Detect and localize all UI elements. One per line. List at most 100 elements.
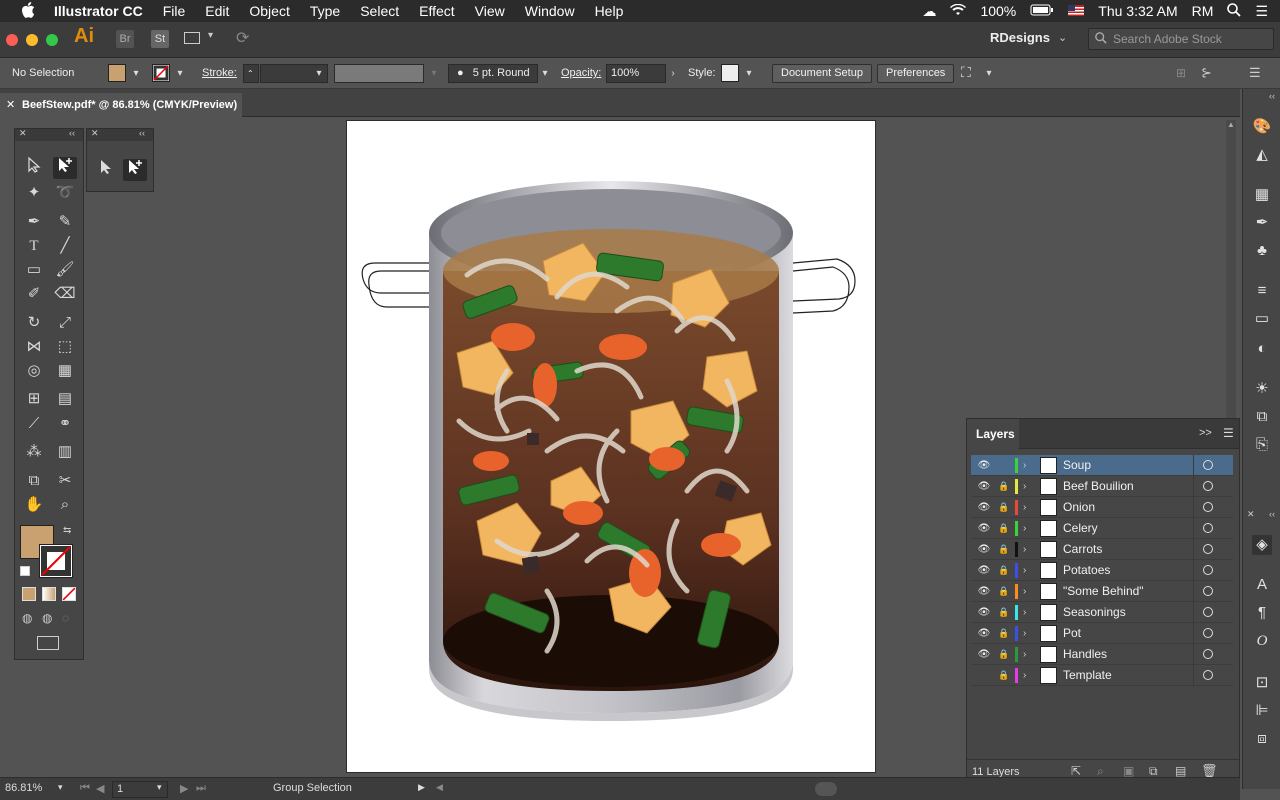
screen-mode-icon[interactable] [37, 636, 59, 650]
visibility-eye-icon[interactable]: 👁 [977, 623, 991, 644]
flyout-header[interactable]: ✕ ‹‹ [87, 128, 153, 141]
export-selection-icon[interactable]: ⇱ [1071, 764, 1081, 778]
appearance-panel-icon[interactable]: ☀ [1252, 379, 1272, 399]
column-graph-tool-icon[interactable]: ▥ [53, 441, 77, 463]
expand-layer-chevron-icon[interactable]: › [1023, 455, 1033, 476]
zoom-tool-icon[interactable]: ⌕ [53, 494, 77, 516]
menu-edit[interactable]: Edit [205, 3, 229, 19]
layers-panel-icon[interactable]: ◈ [1252, 535, 1272, 555]
adobe-stock-search-input[interactable]: Search Adobe Stock [1088, 28, 1274, 50]
arrange-documents-icon[interactable] [184, 32, 200, 44]
hand-tool-icon[interactable]: ✋ [22, 494, 46, 516]
default-fill-stroke-icon[interactable] [20, 566, 30, 576]
last-artboard-icon[interactable]: ⏭ [196, 782, 206, 795]
lock-icon[interactable]: 🔒 [998, 497, 1010, 518]
target-circle-icon[interactable] [1203, 565, 1213, 575]
align-panel-icon[interactable]: ⊫ [1252, 701, 1272, 721]
lock-icon[interactable]: 🔒 [998, 518, 1010, 539]
layer-name[interactable]: Onion [1063, 497, 1095, 518]
zoom-dropdown-icon[interactable]: ▾ [58, 782, 63, 793]
pathfinder-panel-icon[interactable]: ⧈ [1252, 729, 1272, 749]
beef-stew-illustration[interactable] [347, 121, 877, 774]
swap-fill-stroke-icon[interactable]: ⇆ [63, 525, 71, 536]
stock-button[interactable]: St [151, 30, 169, 48]
close-tab-icon[interactable]: ✕ [6, 93, 15, 117]
menu-select[interactable]: Select [360, 3, 399, 19]
stroke-label[interactable]: Stroke: [202, 67, 237, 79]
layer-row[interactable]: 👁 🔒 › Pot [971, 623, 1233, 644]
target-circle-icon[interactable] [1203, 607, 1213, 617]
close-window-button[interactable] [6, 34, 18, 46]
none-mode-button[interactable] [62, 587, 76, 601]
collapse-dock-group-icon[interactable]: ‹‹ [1269, 509, 1275, 519]
scroll-up-icon[interactable]: ▲ [1227, 120, 1235, 129]
collapse-panel-icon[interactable]: ‹‹ [69, 128, 75, 138]
draw-behind-icon[interactable]: ◍ [42, 611, 52, 625]
menu-type[interactable]: Type [310, 3, 340, 19]
layer-row[interactable]: 🔒 › Template [971, 665, 1233, 686]
curvature-tool-icon[interactable]: ✎ [53, 211, 77, 233]
spotlight-search-icon[interactable] [1227, 2, 1242, 20]
document-setup-button[interactable]: Document Setup [772, 64, 872, 83]
menu-file[interactable]: File [163, 3, 186, 19]
opacity-input[interactable]: 100% [606, 64, 666, 83]
transparency-panel-icon[interactable]: ◐ [1252, 339, 1272, 359]
free-transform-tool-icon[interactable]: ⬚ [53, 336, 77, 358]
stroke-color-box[interactable] [39, 544, 73, 578]
lock-icon[interactable]: 🔒 [998, 665, 1010, 686]
rectangle-tool-icon[interactable]: ▭ [22, 259, 46, 281]
layer-row[interactable]: 👁 🔒 › Onion [971, 497, 1233, 518]
close-panel-icon[interactable]: ✕ [19, 128, 27, 139]
battery-icon[interactable] [1030, 3, 1054, 19]
lock-icon[interactable]: 🔒 [998, 476, 1010, 497]
shape-builder-tool-icon[interactable]: ◎ [22, 360, 46, 382]
layer-name[interactable]: Template [1063, 665, 1112, 686]
transform-icon[interactable]: ⊞ [1176, 66, 1186, 80]
visibility-eye-icon[interactable]: 👁 [977, 602, 991, 623]
workspace-switcher[interactable]: RDesigns [990, 30, 1050, 45]
stroke-dropdown-icon[interactable]: ▾ [173, 64, 187, 83]
layer-name[interactable]: Celery [1063, 518, 1098, 539]
slice-tool-icon[interactable]: ✂ [53, 470, 77, 492]
flag-icon[interactable] [1068, 3, 1085, 19]
blend-tool-icon[interactable]: ⚭ [53, 413, 77, 435]
symbols-panel-icon[interactable]: ♣ [1252, 241, 1272, 261]
layer-row[interactable]: 👁 › Soup [971, 455, 1233, 476]
lock-icon[interactable]: 🔒 [998, 602, 1010, 623]
gradient-tool-icon[interactable]: ▤ [53, 388, 77, 410]
variable-width-profile[interactable] [334, 64, 424, 83]
draw-normal-icon[interactable]: ◍ [22, 611, 32, 625]
expand-layer-chevron-icon[interactable]: › [1023, 518, 1033, 539]
previous-artboard-icon[interactable]: ◀ [96, 782, 104, 795]
wifi-icon[interactable] [950, 3, 967, 19]
layer-name[interactable]: Beef Bouilion [1063, 476, 1134, 497]
document-tab[interactable]: ✕ BeefStew.pdf* @ 86.81% (CMYK/Preview) [0, 93, 242, 117]
artboard-tool-icon[interactable]: ⧉ [22, 470, 46, 492]
close-dock-group-icon[interactable]: ✕ [1247, 509, 1255, 520]
target-circle-icon[interactable] [1203, 481, 1213, 491]
target-circle-icon[interactable] [1203, 502, 1213, 512]
expand-panel-icon[interactable]: >> [1199, 427, 1212, 439]
visibility-eye-icon[interactable]: 👁 [977, 476, 991, 497]
target-circle-icon[interactable] [1203, 628, 1213, 638]
width-tool-icon[interactable]: ⋈ [22, 336, 46, 358]
first-artboard-icon[interactable]: ⏮ [80, 782, 90, 795]
chevron-down-icon[interactable]: ▾ [208, 30, 213, 41]
visibility-eye-icon[interactable]: 👁 [977, 455, 991, 476]
gradient-panel-icon[interactable]: ▭ [1252, 309, 1272, 329]
expand-layer-chevron-icon[interactable]: › [1023, 665, 1033, 686]
next-artboard-icon[interactable]: ▶ [180, 782, 188, 795]
align-options-icon[interactable]: ⛶ [961, 64, 971, 81]
status-menu-icon[interactable]: ▶ [418, 782, 425, 793]
visibility-eye-icon[interactable]: 👁 [977, 539, 991, 560]
isolate-icon[interactable]: ⊱ [1201, 65, 1212, 81]
artboard-dropdown-icon[interactable]: ▾ [157, 782, 162, 793]
target-circle-icon[interactable] [1203, 544, 1213, 554]
layer-name[interactable]: Seasonings [1063, 602, 1126, 623]
layer-name[interactable]: Carrots [1063, 539, 1102, 560]
close-flyout-icon[interactable]: ✕ [91, 128, 99, 139]
align-dropdown-icon[interactable]: ▾ [982, 64, 996, 83]
scroll-left-icon[interactable]: ◀ [436, 782, 443, 793]
graphic-styles-icon[interactable]: ⧉ [1252, 407, 1272, 427]
notification-center-icon[interactable]: ☰ [1255, 3, 1268, 20]
